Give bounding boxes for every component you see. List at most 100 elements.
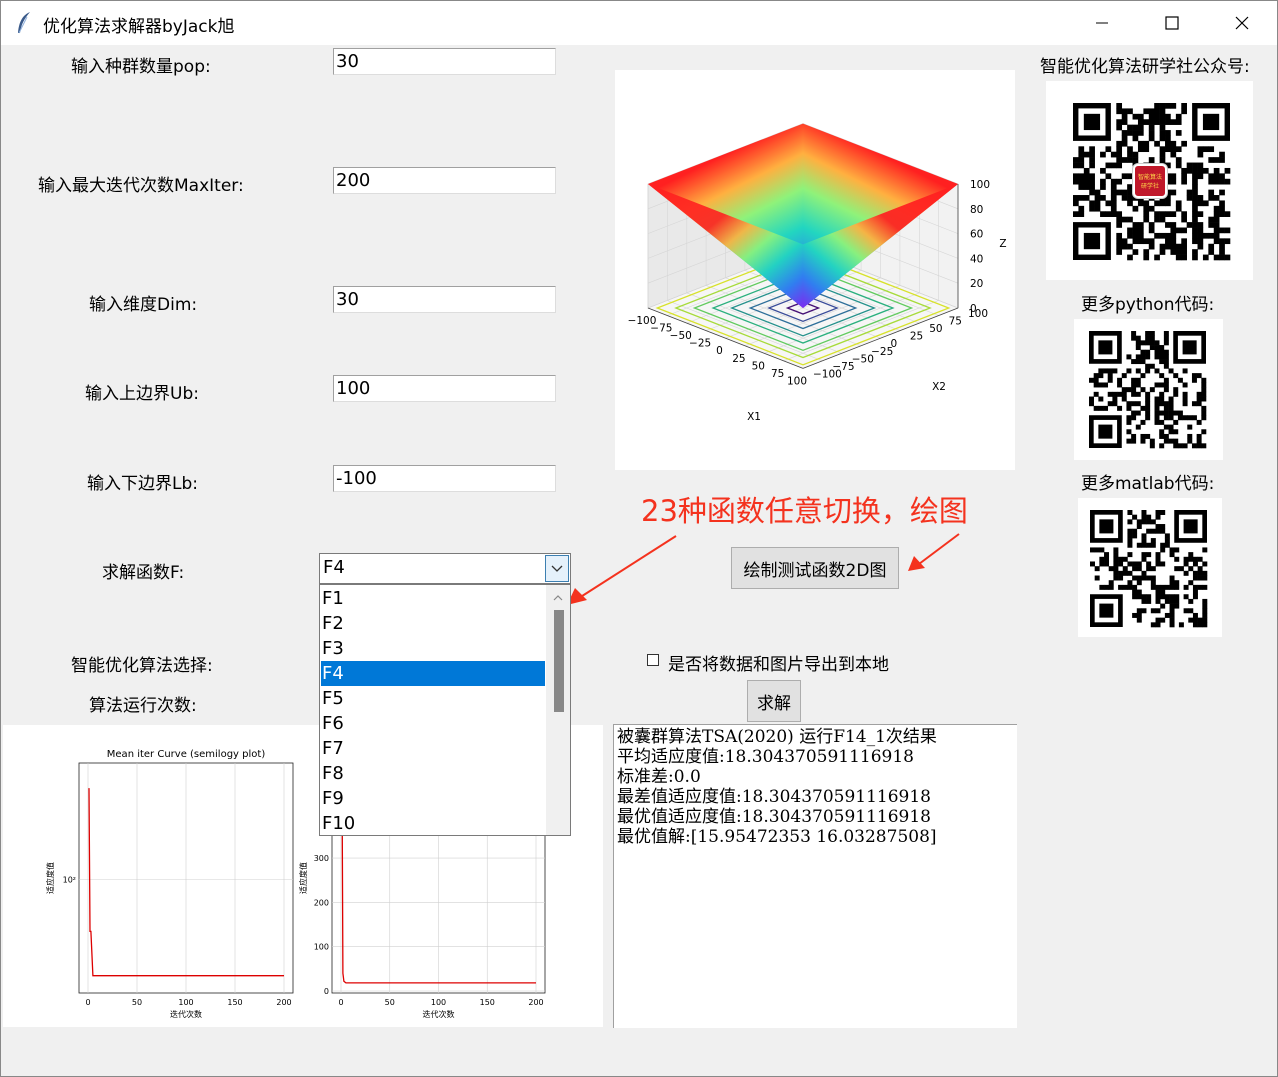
qr-module xyxy=(1224,211,1231,217)
qr-module xyxy=(1132,135,1139,142)
qr-module xyxy=(1173,429,1179,435)
qr-module xyxy=(1219,243,1225,250)
qr-module xyxy=(1192,184,1198,190)
qr-module xyxy=(1116,178,1123,185)
dropdown-scrollbar[interactable] xyxy=(546,585,570,835)
qr-module xyxy=(1173,410,1179,416)
function-dropdown-list[interactable]: F1 F2 F3 F4 F5 F6 F7 F8 F9 F10 xyxy=(319,584,571,836)
qr-module xyxy=(1183,556,1189,562)
plot-2d-button[interactable]: 绘制测试函数2D图 xyxy=(731,547,899,589)
qr-module xyxy=(1146,519,1152,525)
dim-input[interactable]: 30 xyxy=(333,286,556,313)
scroll-up-icon[interactable] xyxy=(546,588,570,608)
dropdown-option[interactable]: F9 xyxy=(321,786,545,811)
qr-module xyxy=(1110,162,1117,169)
qr-module xyxy=(1202,146,1209,153)
qr-module xyxy=(1145,401,1151,407)
dropdown-option[interactable]: F10 xyxy=(321,811,545,836)
qr-module xyxy=(1137,130,1144,136)
qr-module xyxy=(1170,103,1177,109)
qr-module xyxy=(1159,124,1166,131)
z-tick-label: 20 xyxy=(970,278,983,290)
surface-plot-panel: −100 −75 −50 −25 0 25 50 75 100 100 75 50 25 0 −25 −50−… xyxy=(615,70,1015,470)
ub-input[interactable]: 100 xyxy=(333,375,556,402)
qr-module xyxy=(1141,538,1147,544)
qr-module xyxy=(1208,189,1215,196)
x-tick-label: 200 xyxy=(276,998,291,1007)
dropdown-option[interactable]: F2 xyxy=(321,611,545,636)
qr-module xyxy=(1127,533,1133,539)
dropdown-option[interactable]: F5 xyxy=(321,686,545,711)
qr-module xyxy=(1159,211,1166,217)
qr-module xyxy=(1112,391,1118,397)
qr-module xyxy=(1149,443,1155,449)
qr-module xyxy=(1089,377,1094,383)
qr-module xyxy=(1192,589,1198,595)
qr-module xyxy=(1140,373,1146,379)
qr-module xyxy=(1127,124,1133,131)
qr-module xyxy=(1197,151,1204,158)
qr-module xyxy=(1164,584,1170,590)
maximize-button[interactable] xyxy=(1137,1,1207,45)
qr-module xyxy=(1150,519,1156,525)
qr-module xyxy=(1122,556,1128,562)
qr-module xyxy=(1083,178,1090,185)
function-select[interactable]: F4 xyxy=(319,553,571,584)
qr-module xyxy=(1186,222,1193,228)
lb-input[interactable]: -100 xyxy=(333,465,556,492)
qr-module xyxy=(1105,173,1112,180)
dropdown-option[interactable]: F8 xyxy=(321,761,545,786)
close-button[interactable] xyxy=(1207,1,1277,45)
solve-button[interactable]: 求解 xyxy=(747,680,801,722)
y-tick-label: −50 xyxy=(852,353,874,365)
qr-module xyxy=(1182,391,1188,397)
logo-badge: 智能算法 研学社 xyxy=(1133,164,1167,198)
dropdown-option[interactable]: F1 xyxy=(321,586,545,611)
qr-module xyxy=(1141,556,1147,562)
qr-module xyxy=(1173,391,1179,397)
qr-module xyxy=(1073,157,1079,163)
qr-module xyxy=(1197,173,1204,180)
qr-module xyxy=(1186,167,1193,174)
qr-module xyxy=(1174,547,1180,553)
qr-module xyxy=(1121,391,1127,397)
qr-module xyxy=(1165,140,1171,147)
qr-module xyxy=(1135,410,1141,416)
qr-module xyxy=(1143,200,1150,207)
pop-input[interactable]: 30 xyxy=(333,48,556,75)
qr-module xyxy=(1224,167,1231,174)
dropdown-option[interactable]: F4 xyxy=(321,661,545,686)
title-bar[interactable]: 优化算法求解器byJack旭 xyxy=(1,1,1277,45)
qr-module xyxy=(1100,195,1106,201)
qr-module xyxy=(1177,377,1183,383)
scrollbar-thumb[interactable] xyxy=(554,610,564,712)
result-textbox[interactable]: 被囊群算法TSA(2020) 运行F14_1次结果 平均适应度值:18.30437… xyxy=(613,724,1017,1028)
qr-module xyxy=(1169,584,1175,590)
qr-module xyxy=(1159,391,1165,397)
qr-module xyxy=(1083,173,1090,180)
qr-module xyxy=(1191,415,1197,421)
qr-module xyxy=(1141,608,1147,614)
qr-module xyxy=(1160,547,1166,553)
qr-module xyxy=(1132,205,1139,212)
dropdown-option[interactable]: F7 xyxy=(321,736,545,761)
qr-module xyxy=(1127,243,1133,250)
qr-module xyxy=(1090,561,1095,567)
qr-module xyxy=(1116,238,1123,245)
y-axis-label: 适应度值 xyxy=(298,862,308,894)
qr-module xyxy=(1154,103,1160,109)
export-checkbox[interactable] xyxy=(647,654,659,666)
minimize-button[interactable] xyxy=(1067,1,1137,45)
qr-module xyxy=(1132,249,1139,255)
qr-module xyxy=(1145,363,1151,369)
qr-module xyxy=(1150,566,1156,572)
qr-module xyxy=(1181,167,1187,174)
qr-module xyxy=(1170,151,1177,158)
x-tick-label: 50 xyxy=(385,998,395,1007)
qr-module xyxy=(1094,200,1101,207)
dropdown-option[interactable]: F3 xyxy=(321,636,545,661)
qr-module xyxy=(1148,135,1155,142)
dropdown-option[interactable]: F6 xyxy=(321,711,545,736)
maxiter-input[interactable]: 200 xyxy=(333,167,556,194)
qr-module xyxy=(1169,612,1175,618)
